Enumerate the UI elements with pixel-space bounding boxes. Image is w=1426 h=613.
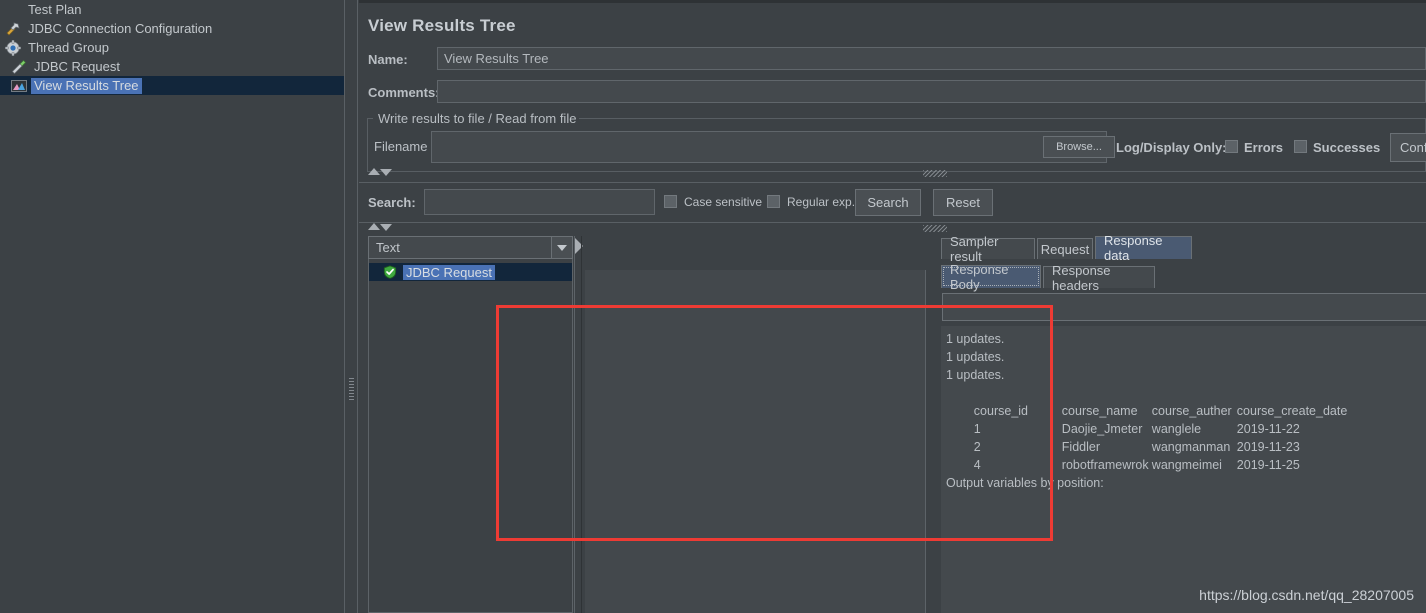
pipette-icon	[10, 58, 28, 75]
cell-course-id: 2	[973, 440, 981, 454]
collapse-down-icon[interactable]	[380, 169, 392, 176]
header-course-id: course_id	[973, 404, 1028, 418]
result-node-jdbc-request[interactable]: JDBC Request	[369, 263, 572, 281]
collapse-strip-bottom[interactable]	[368, 222, 1426, 234]
tab-request[interactable]: Request	[1037, 238, 1093, 259]
write-results-group-title: Write results to file / Read from file	[375, 111, 580, 126]
results-tree-list[interactable]	[368, 236, 573, 613]
search-input[interactable]	[424, 189, 655, 215]
subtab-response-headers[interactable]: Response headers	[1043, 263, 1155, 293]
wrench-icon	[4, 20, 22, 37]
search-regex-label: Regular exp.	[787, 195, 856, 209]
log-display-only-label: Log/Display Only:	[1116, 140, 1227, 155]
search-button[interactable]: Search	[855, 189, 921, 216]
cell-course-name: Fiddler	[1061, 440, 1101, 454]
response-table-header-row: course_id course_name course_auther course_…	[946, 384, 1426, 418]
tab-sampler-result[interactable]: Sampler result	[941, 234, 1035, 264]
view-results-tree-panel: View Results Tree Name: View Results Tre…	[359, 0, 1426, 613]
cell-course-id: 4	[973, 458, 981, 472]
tree-item-label: Thread Group	[28, 39, 109, 55]
render-format-value: Text	[376, 240, 400, 255]
response-body-text[interactable]: 1 updates. 1 updates. 1 updates. course_…	[941, 326, 1426, 613]
tree-item-label: View Results Tree	[31, 77, 142, 94]
cell-course-auther: wangmanman	[1151, 440, 1231, 454]
chart-icon	[10, 77, 28, 94]
panel-splitter[interactable]	[345, 0, 358, 613]
cell-course-id: 1	[973, 422, 981, 436]
find-input[interactable]	[942, 293, 1426, 321]
header-course-create-date: course_create_date	[1236, 404, 1348, 418]
cell-course-create-date: 2019-11-23	[1236, 440, 1300, 454]
gear-icon	[4, 39, 22, 56]
cell-course-auther: wangmeimei	[1151, 458, 1222, 472]
search-case-sensitive-checkbox[interactable]	[664, 195, 677, 208]
page-title: View Results Tree	[368, 16, 516, 35]
tree-item-jdbc-connection-configuration[interactable]: JDBC Connection Configuration	[0, 19, 344, 38]
tree-item-test-plan[interactable]: Test Plan	[0, 0, 344, 19]
header-course-auther: course_auther	[1151, 404, 1232, 418]
splitter-zigzag-icon[interactable]	[923, 170, 947, 177]
cell-course-auther: wanglele	[1151, 422, 1202, 436]
divider-line-2	[581, 236, 582, 613]
name-label: Name:	[368, 52, 408, 67]
subtab-response-body[interactable]: Response Body	[941, 262, 1041, 292]
browse-button[interactable]: Browse...	[1043, 136, 1115, 158]
watermark-url: https://blog.csdn.net/qq_28207005	[1199, 587, 1414, 603]
test-plan-tree[interactable]: Test Plan JDBC Connection Configuration	[0, 0, 345, 613]
chevron-down-icon[interactable]	[551, 237, 572, 258]
jmeter-window: Test Plan JDBC Connection Configuration	[0, 0, 1426, 613]
cell-course-name: Daojie_Jmeter	[1061, 422, 1143, 436]
search-case-sensitive-label: Case sensitive	[684, 195, 763, 209]
splitter-grip-icon[interactable]	[349, 378, 354, 400]
render-format-combo[interactable]: Text	[368, 236, 573, 259]
divider-line-1	[574, 236, 575, 613]
response-body-gutter	[585, 270, 926, 613]
cell-course-name: robotframewrok	[1061, 458, 1149, 472]
tree-item-view-results-tree[interactable]: View Results Tree	[0, 76, 344, 95]
tree-item-label: JDBC Connection Configuration	[28, 20, 213, 36]
response-body-gutter-inner	[585, 270, 925, 613]
collapse-up-icon-2[interactable]	[368, 223, 380, 230]
tree-item-thread-group[interactable]: Thread Group	[0, 38, 344, 57]
collapse-down-icon-2[interactable]	[380, 224, 392, 231]
cell-course-create-date: 2019-11-25	[1236, 458, 1300, 472]
collapse-up-icon[interactable]	[368, 168, 380, 175]
filename-input[interactable]	[431, 131, 1107, 163]
results-splitter[interactable]	[574, 236, 585, 613]
splitter-zigzag-icon-2[interactable]	[923, 225, 947, 232]
comments-input[interactable]	[437, 80, 1426, 103]
tree-item-label: JDBC Request	[34, 58, 120, 74]
successes-label: Successes	[1313, 140, 1381, 155]
response-line-update-3: 1 updates.	[946, 368, 1005, 382]
top-separator	[359, 0, 1426, 3]
comments-label: Comments:	[368, 85, 440, 100]
errors-checkbox[interactable]	[1225, 140, 1238, 153]
tab-response-data[interactable]: Response data	[1095, 233, 1192, 263]
cell-course-create-date: 2019-11-22	[1236, 422, 1300, 436]
name-input[interactable]: View Results Tree	[437, 47, 1426, 70]
configure-button[interactable]: Conf	[1390, 133, 1426, 162]
successes-checkbox[interactable]	[1294, 140, 1307, 153]
collapse-strip-top[interactable]	[368, 167, 1426, 179]
response-line-update-2: 1 updates.	[946, 350, 1005, 364]
errors-label: Errors	[1244, 140, 1284, 155]
result-node-label: JDBC Request	[403, 264, 495, 280]
tree-item-label: Test Plan	[28, 1, 82, 17]
testplan-icon	[4, 1, 22, 18]
search-label: Search:	[368, 195, 416, 210]
response-footer-line: Output variables by position:	[946, 476, 1104, 490]
green-shield-check-icon	[383, 265, 401, 279]
response-line-update-1: 1 updates.	[946, 332, 1005, 346]
tree-item-jdbc-request[interactable]: JDBC Request	[0, 57, 344, 76]
header-course-name: course_name	[1061, 404, 1138, 418]
reset-button[interactable]: Reset	[933, 189, 993, 216]
filename-label: Filename	[374, 139, 428, 154]
search-regex-checkbox[interactable]	[767, 195, 780, 208]
